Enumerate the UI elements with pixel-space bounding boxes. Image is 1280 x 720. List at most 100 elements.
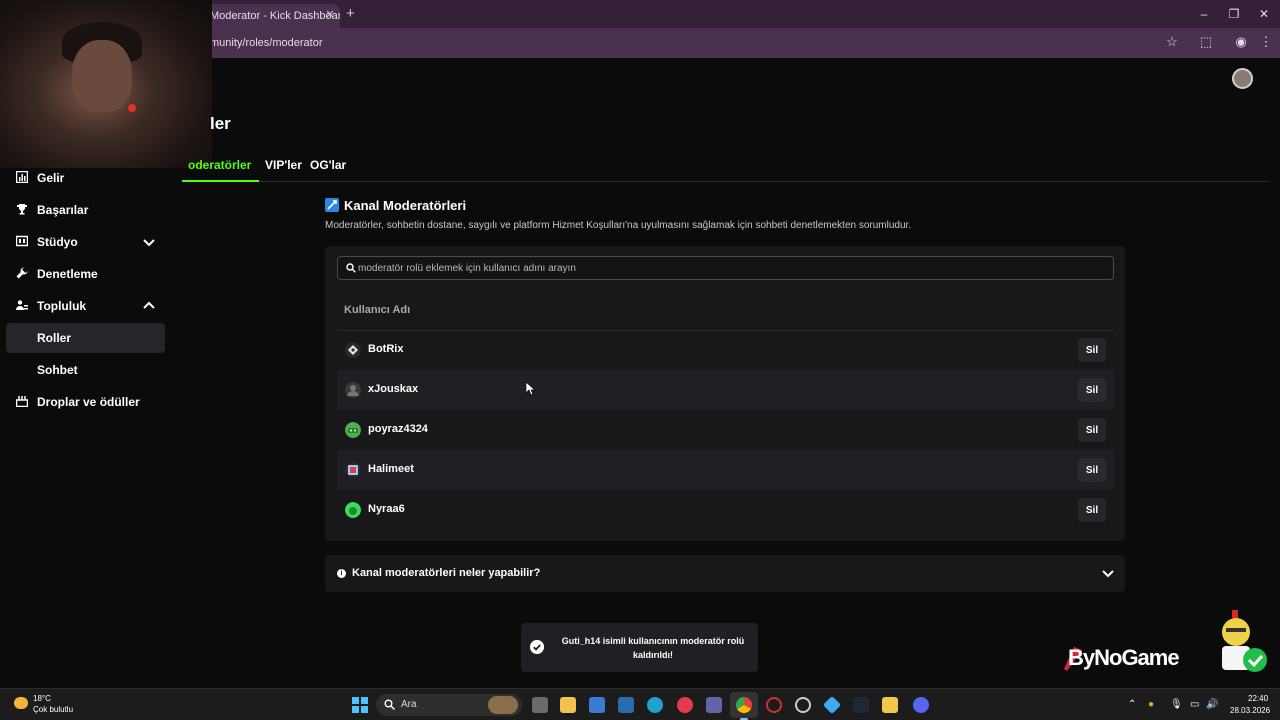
obs-icon[interactable] (795, 697, 811, 713)
search-input[interactable] (358, 259, 1098, 277)
sidebar-item-label: Droplar ve ödüller (37, 395, 140, 409)
bookmark-star-icon[interactable]: ☆ (1163, 34, 1181, 50)
search-icon (384, 699, 395, 710)
studio-icon (16, 235, 28, 247)
task-view-icon[interactable] (532, 697, 548, 713)
section-title: Kanal Moderatörleri (344, 198, 467, 213)
faq-title: Kanal moderatörleri neler yapabilir? (352, 567, 541, 579)
table-row: Nyraa6 Sil (337, 490, 1114, 530)
tray-chevron-up-icon[interactable]: ⌃ (1128, 699, 1136, 710)
sidebar-item-label: Stüdyo (37, 235, 78, 249)
username[interactable]: poyraz4324 (368, 423, 428, 435)
toast-message: Guti_h14 isimli kullanıcının moderatör r… (561, 636, 745, 660)
minimize-icon[interactable]: – (1196, 7, 1212, 21)
user-avatar-nyraa6 (345, 502, 361, 518)
sidebar-item-label: Denetleme (37, 267, 98, 281)
username[interactable]: BotRix (368, 343, 403, 355)
browser-tab[interactable]: Moderator - Kick Dashboard (200, 4, 340, 28)
opera-icon[interactable] (766, 697, 782, 713)
drops-icon (16, 396, 28, 407)
community-icon (16, 300, 28, 310)
table-row: BotRix Sil (337, 330, 1114, 370)
chevron-down-icon[interactable] (142, 235, 156, 249)
check-circle-icon (530, 640, 544, 654)
tab-ogs[interactable]: OG'lar (310, 158, 346, 172)
trophy-icon (17, 204, 27, 215)
window-close-icon[interactable]: ✕ (1256, 7, 1272, 21)
file-explorer-icon[interactable] (560, 697, 576, 713)
bar-chart-icon (16, 171, 28, 183)
mouse-cursor-icon (526, 382, 536, 396)
volume-icon[interactable]: 🔊 (1206, 699, 1218, 710)
webcam-overlay (0, 0, 212, 168)
wrench-icon (16, 267, 28, 279)
browser-menu-icon[interactable]: ⋮ (1257, 34, 1275, 50)
url-text[interactable]: munity/roles/moderator (210, 37, 323, 49)
mail-icon[interactable] (618, 697, 634, 713)
column-header-username: Kullanıcı Adı (344, 304, 411, 316)
search-field[interactable] (337, 256, 1114, 280)
sidebar-item-droplar[interactable]: Droplar ve ödüller (6, 387, 165, 417)
taskbar-search-label: Ara (401, 699, 417, 710)
weather-description[interactable]: Çok bulutlu (33, 705, 73, 714)
teams-icon[interactable] (706, 697, 722, 713)
table-row: xJouskax Sil (337, 370, 1114, 410)
user-avatar-poyraz4324 (345, 422, 361, 438)
weather-cloud-icon[interactable] (14, 697, 28, 709)
clock-time[interactable]: 22:40 (1248, 694, 1268, 703)
sidebar-item-sohbet[interactable]: Sohbet (6, 355, 165, 385)
media-player-icon[interactable] (677, 697, 693, 713)
remove-button[interactable]: Sil (1078, 458, 1106, 482)
store-icon[interactable] (589, 697, 605, 713)
mascot-icon (1222, 610, 1267, 672)
edge-icon[interactable] (647, 697, 663, 713)
user-avatar[interactable] (1232, 68, 1253, 89)
user-avatar-xjouskax (345, 382, 361, 398)
extensions-icon[interactable]: ⬚ (1197, 34, 1215, 50)
tab-moderators[interactable]: oderatörler (188, 158, 251, 172)
sidebar-item-label: Sohbet (37, 363, 78, 377)
tab-close-icon[interactable]: ✕ (324, 8, 336, 21)
weather-temperature[interactable]: 18°C (33, 694, 51, 703)
new-tab-icon[interactable]: + (346, 5, 355, 22)
tab-vips[interactable]: VIP'ler (265, 158, 302, 172)
sidebar-item-gelir[interactable]: Gelir (6, 163, 165, 193)
discord-icon[interactable] (913, 697, 929, 713)
remove-button[interactable]: Sil (1078, 418, 1106, 442)
tray-app-icon[interactable]: ● (1148, 699, 1154, 710)
sidebar-item-label: Topluluk (37, 299, 87, 313)
active-tab-indicator (182, 180, 259, 182)
profile-icon[interactable]: ◉ (1232, 34, 1250, 50)
microphone-tray-icon[interactable]: 🎙 (1170, 699, 1183, 710)
remove-button[interactable]: Sil (1078, 378, 1106, 402)
taskbar-search[interactable]: Ara (376, 694, 522, 716)
username[interactable]: xJouskax (368, 383, 418, 395)
tab-title: Moderator - Kick Dashboard (210, 10, 340, 22)
sidebar-item-topluluk[interactable]: Topluluk (6, 291, 165, 321)
chevron-up-icon[interactable] (142, 299, 156, 313)
search-highlight-image (488, 696, 518, 714)
chevron-down-icon[interactable] (1101, 566, 1115, 580)
chrome-icon[interactable] (736, 697, 752, 720)
sidebar-item-basarilar[interactable]: Başarılar (6, 195, 165, 225)
user-avatar-botrix (345, 342, 361, 358)
sidebar-item-denetleme[interactable]: Denetleme (6, 259, 165, 289)
steam-icon[interactable] (853, 697, 869, 713)
clock-date[interactable]: 28.03.2026 (1230, 706, 1270, 715)
app-diamond-icon[interactable] (822, 695, 842, 715)
windows-start-icon[interactable] (352, 697, 368, 713)
network-icon[interactable]: ▭ (1190, 699, 1199, 710)
username[interactable]: Halimeet (368, 463, 414, 475)
remove-button[interactable]: Sil (1078, 338, 1106, 362)
app-yellow-icon[interactable] (882, 697, 898, 713)
restore-icon[interactable]: ❐ (1226, 7, 1242, 21)
sidebar-item-studyo[interactable]: Stüdyo (6, 227, 165, 257)
faq-accordion[interactable]: i Kanal moderatörleri neler yapabilir? (325, 555, 1125, 592)
sidebar-item-label: Gelir (37, 171, 65, 185)
table-row: poyraz4324 Sil (337, 410, 1114, 450)
info-icon: i (337, 569, 346, 578)
sidebar-item-roller[interactable]: Roller (6, 323, 165, 353)
remove-button[interactable]: Sil (1078, 498, 1106, 522)
username[interactable]: Nyraa6 (368, 503, 405, 515)
search-icon (346, 263, 356, 273)
